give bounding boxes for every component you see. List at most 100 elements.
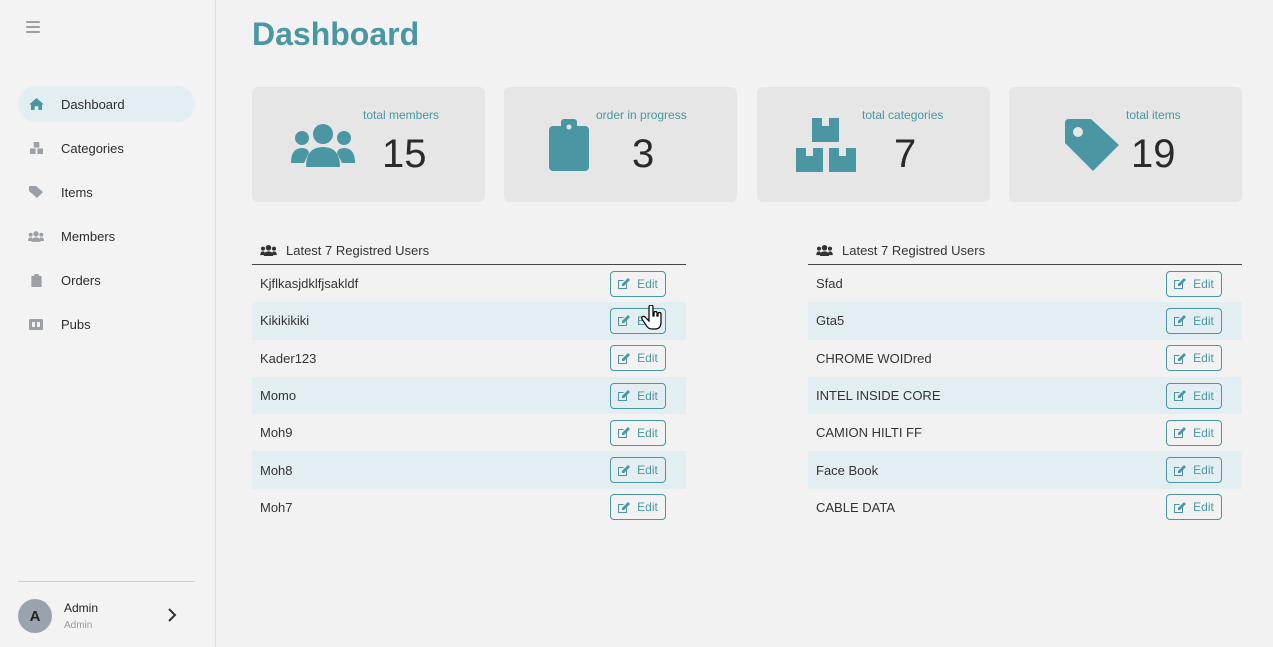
profile-role: Admin <box>64 620 93 631</box>
sidebar-item-members[interactable]: Members <box>18 218 195 254</box>
card-value: 7 <box>894 132 917 176</box>
edit-button[interactable]: Edit <box>1166 457 1222 484</box>
edit-button[interactable]: Edit <box>610 494 666 521</box>
stat-card-items: total items 19 <box>1009 87 1242 202</box>
table-row: Kader123 Edit <box>252 340 686 377</box>
table-row: CAMION HILTI FF Edit <box>808 414 1242 451</box>
avatar: A <box>18 599 52 633</box>
item-name: CABLE DATA <box>816 499 895 515</box>
edit-icon <box>1174 501 1187 513</box>
tag-icon <box>1065 119 1119 176</box>
table-row: Face Book Edit <box>808 451 1242 489</box>
card-value: 15 <box>382 132 427 176</box>
card-value: 3 <box>632 132 655 176</box>
edit-button[interactable]: Edit <box>1166 419 1222 446</box>
boxes-icon <box>28 141 44 155</box>
edit-button[interactable]: Edit <box>1166 270 1222 297</box>
menu-toggle-icon[interactable] <box>26 21 40 35</box>
user-profile[interactable]: A Admin Admin <box>18 596 195 636</box>
user-name: Moh9 <box>260 425 293 441</box>
table-row: INTEL INSIDE CORE Edit <box>808 376 1242 415</box>
table-row: Kjflkasjdklfjsakldf Edit <box>252 265 686 302</box>
profile-name: Admin <box>64 601 99 615</box>
user-name: Kikikikiki <box>260 313 310 329</box>
edit-icon <box>1174 315 1187 327</box>
page-title: Dashboard <box>252 16 420 52</box>
users-icon <box>28 229 44 243</box>
tag-icon <box>28 185 44 199</box>
chevron-right-icon[interactable] <box>167 608 177 622</box>
sidebar-item-label: Orders <box>61 272 101 288</box>
table-row: Momo Edit <box>252 376 686 415</box>
item-name: Gta5 <box>816 313 845 329</box>
sidebar-item-label: Dashboard <box>61 96 125 112</box>
sidebar-item-items[interactable]: Items <box>18 174 195 210</box>
sidebar-item-pubs[interactable]: Pubs <box>18 306 195 342</box>
sidebar-nav: Dashboard Categories Items Members Order… <box>18 86 195 350</box>
panel-title: Latest 7 Registred Users <box>842 242 986 258</box>
sidebar-item-orders[interactable]: Orders <box>18 262 195 298</box>
edit-icon <box>1174 464 1187 476</box>
sidebar-item-dashboard[interactable]: Dashboard <box>18 86 195 122</box>
table-row: Moh8 Edit <box>252 451 686 489</box>
table-row: CHROME WOIDred Edit <box>808 340 1242 377</box>
users-icon <box>260 244 277 256</box>
edit-icon <box>618 278 631 290</box>
edit-button[interactable]: Edit <box>1166 307 1222 334</box>
users-icon <box>816 244 833 256</box>
edit-icon <box>1174 390 1187 402</box>
table-row: Gta5 Edit <box>808 302 1242 340</box>
stat-card-orders: order in progress 3 <box>504 87 737 202</box>
latest-users-panel-left: Latest 7 Registred Users Kjflkasjdklfjsa… <box>252 236 686 526</box>
item-name: Face Book <box>816 462 879 478</box>
item-name: CAMION HILTI FF <box>816 425 922 441</box>
users-icon <box>291 123 355 172</box>
ad-icon <box>28 317 44 331</box>
edit-icon <box>1174 278 1187 290</box>
edit-icon <box>618 390 631 402</box>
table-row: CABLE DATA Edit <box>808 489 1242 526</box>
sidebar-item-label: Categories <box>61 140 124 156</box>
edit-button[interactable]: Edit <box>610 345 666 372</box>
table-row: Moh9 Edit <box>252 414 686 451</box>
boxes-icon <box>796 118 856 177</box>
sidebar-item-label: Pubs <box>61 316 91 332</box>
sidebar-divider <box>18 581 195 582</box>
table-row: Kikikikiki Edit <box>252 302 686 340</box>
edit-icon <box>618 501 631 513</box>
card-value: 19 <box>1131 132 1176 176</box>
user-name: Kjflkasjdklfjsakldf <box>260 276 359 292</box>
table-row: Moh7 Edit <box>252 489 686 526</box>
sidebar-item-categories[interactable]: Categories <box>18 130 195 166</box>
profile-text: Admin Admin <box>64 601 98 631</box>
sidebar: Dashboard Categories Items Members Order… <box>0 0 216 647</box>
panel-title: Latest 7 Registred Users <box>286 242 430 258</box>
edit-icon <box>1174 427 1187 439</box>
table-row: Sfad Edit <box>808 265 1242 302</box>
card-label: total items <box>1126 108 1181 122</box>
edit-button[interactable]: Edit <box>610 270 666 297</box>
edit-icon <box>1174 352 1187 364</box>
edit-button[interactable]: Edit <box>1166 382 1222 409</box>
stat-cards: total members 15 order in progress 3 tot… <box>252 87 1242 202</box>
edit-button[interactable]: Edit <box>610 307 666 334</box>
stat-card-members: total members 15 <box>252 87 485 202</box>
edit-icon <box>618 352 631 364</box>
edit-button[interactable]: Edit <box>1166 494 1222 521</box>
edit-button[interactable]: Edit <box>610 457 666 484</box>
home-icon <box>28 97 44 111</box>
edit-button[interactable]: Edit <box>610 382 666 409</box>
edit-button[interactable]: Edit <box>610 419 666 446</box>
sidebar-item-label: Items <box>61 184 93 200</box>
clipboard-icon <box>28 273 44 287</box>
item-name: Sfad <box>816 276 843 292</box>
user-name: Moh7 <box>260 499 293 515</box>
user-name: Moh8 <box>260 462 293 478</box>
panel-header: Latest 7 Registred Users <box>808 236 1242 265</box>
edit-icon <box>618 427 631 439</box>
edit-icon <box>618 315 631 327</box>
stat-card-categories: total categories 7 <box>757 87 990 202</box>
edit-button[interactable]: Edit <box>1166 345 1222 372</box>
clipboard-icon <box>549 119 589 176</box>
panel-header: Latest 7 Registred Users <box>252 236 686 265</box>
